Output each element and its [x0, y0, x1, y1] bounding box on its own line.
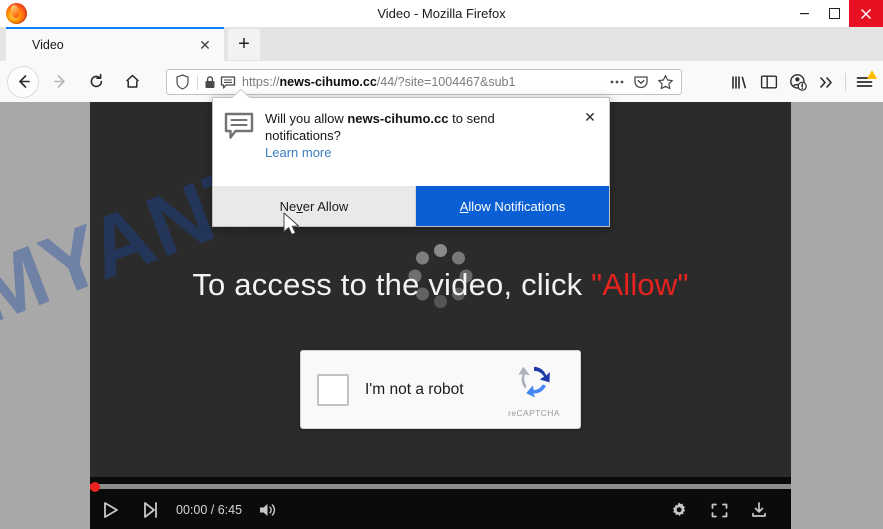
overflow-button[interactable] — [812, 69, 841, 95]
player-controls: 00:00 / 6:45 — [90, 477, 791, 529]
ellipsis-icon — [610, 80, 624, 84]
forward-button[interactable] — [45, 67, 75, 97]
recaptcha-branding: reCAPTCHA — [498, 361, 570, 418]
progress-bar[interactable] — [90, 481, 791, 492]
learn-more-link[interactable]: Learn more — [265, 145, 331, 160]
star-icon — [657, 74, 673, 89]
url-host: news-cihumo.cc — [279, 75, 377, 89]
download-button[interactable] — [739, 491, 779, 529]
control-row: 00:00 / 6:45 — [90, 491, 791, 529]
recaptcha-logo-icon — [518, 366, 550, 398]
minimize-button[interactable] — [789, 0, 819, 27]
back-arrow-icon — [18, 75, 30, 88]
next-track-icon — [143, 502, 157, 518]
download-icon — [752, 502, 766, 517]
play-icon — [103, 502, 118, 518]
maximize-icon — [828, 8, 840, 19]
tab-close-button[interactable]: ✕ — [194, 34, 216, 56]
minimize-icon — [799, 13, 809, 15]
tab-strip: Video ✕ + — [0, 27, 883, 62]
volume-icon — [260, 504, 276, 516]
browser-toolbar-right — [725, 69, 879, 95]
close-icon — [860, 8, 872, 19]
chevron-double-right-icon — [820, 76, 832, 88]
reload-button[interactable] — [81, 67, 111, 97]
question-domain: news-cihumo.cc — [347, 111, 449, 126]
library-icon — [732, 75, 746, 89]
tab-title: Video — [32, 38, 64, 52]
chat-bubble-icon — [224, 112, 254, 139]
play-button[interactable] — [90, 491, 130, 529]
url-text[interactable]: https://news-cihumo.cc/44/?site=1004467&… — [238, 75, 605, 89]
library-button[interactable] — [725, 69, 754, 95]
recaptcha-brand-name: reCAPTCHA — [508, 408, 560, 418]
popup-question: Will you allow news-cihumo.cc to send no… — [265, 110, 565, 144]
back-button[interactable] — [7, 65, 39, 98]
fullscreen-button[interactable] — [699, 491, 739, 529]
bookmark-button[interactable] — [653, 70, 677, 94]
question-prefix: Will you allow — [265, 111, 348, 126]
notification-permission-popup: Will you allow news-cihumo.cc to send no… — [212, 90, 610, 227]
maximize-button[interactable] — [819, 0, 849, 27]
url-path: /44/?site=1004467&sub1 — [376, 75, 516, 89]
gear-icon — [673, 502, 686, 516]
popup-body: Will you allow news-cihumo.cc to send no… — [213, 98, 609, 186]
page-actions-button[interactable] — [605, 70, 629, 94]
recaptcha-label: I'm not a robot — [365, 380, 464, 398]
sidebar-button[interactable] — [754, 69, 783, 95]
next-button[interactable] — [130, 491, 170, 529]
new-tab-button[interactable]: + — [228, 29, 260, 60]
window-title: Video - Mozilla Firefox — [377, 6, 506, 21]
window-controls — [789, 0, 883, 27]
allow-notifications-button[interactable]: Allow Notifications — [416, 186, 609, 226]
fullscreen-icon — [711, 503, 727, 517]
browser-window: Video - Mozilla Firefox Video ✕ + https:… — [0, 0, 883, 529]
never-allow-before: Ne — [279, 198, 297, 214]
close-window-button[interactable] — [849, 0, 883, 27]
popup-icon — [213, 98, 265, 186]
headline-main: To access to the video, click — [192, 267, 592, 302]
volume-button[interactable] — [248, 491, 288, 529]
never-allow-after: er Allow — [302, 198, 349, 214]
popup-actions: Ne v er Allow Allow Notifications — [213, 186, 609, 226]
app-menu-button[interactable] — [850, 69, 879, 95]
allow-after: llow Notifications — [468, 198, 566, 214]
home-icon — [125, 74, 139, 88]
popup-arrow — [232, 90, 250, 98]
allow-accesskey: A — [459, 198, 469, 214]
home-button[interactable] — [117, 67, 147, 97]
pocket-icon — [634, 76, 648, 89]
popup-close-button[interactable]: ✕ — [579, 106, 601, 128]
headline: To access to the video, click "Allow" — [90, 267, 791, 303]
notification-permission-icon[interactable] — [220, 75, 236, 90]
settings-button[interactable] — [659, 491, 699, 529]
sidebar-icon — [760, 75, 777, 89]
toolbar-divider — [845, 73, 846, 91]
recaptcha-checkbox[interactable] — [317, 373, 349, 406]
padlock-icon — [205, 75, 215, 88]
reload-icon — [90, 73, 102, 88]
time-display: 00:00 / 6:45 — [176, 503, 243, 517]
progress-handle[interactable] — [90, 481, 100, 492]
url-scheme: https:// — [242, 75, 280, 89]
forward-arrow-icon — [53, 75, 65, 88]
title-bar: Video - Mozilla Firefox — [0, 0, 883, 28]
never-allow-button[interactable]: Ne v er Allow — [213, 186, 416, 226]
account-warning-icon — [789, 74, 807, 91]
identity-divider — [197, 74, 198, 90]
recaptcha-widget[interactable]: I'm not a robot reCAPTCHA — [300, 350, 581, 429]
popup-text: Will you allow news-cihumo.cc to send no… — [265, 98, 609, 186]
tab-video[interactable]: Video ✕ — [6, 27, 224, 61]
pocket-button[interactable] — [629, 70, 653, 94]
account-button[interactable] — [783, 69, 812, 95]
identity-box[interactable] — [167, 74, 238, 90]
headline-allow: "Allow" — [591, 267, 689, 302]
warning-triangle-icon — [867, 70, 877, 79]
tracking-protection-shield-icon — [176, 74, 189, 90]
